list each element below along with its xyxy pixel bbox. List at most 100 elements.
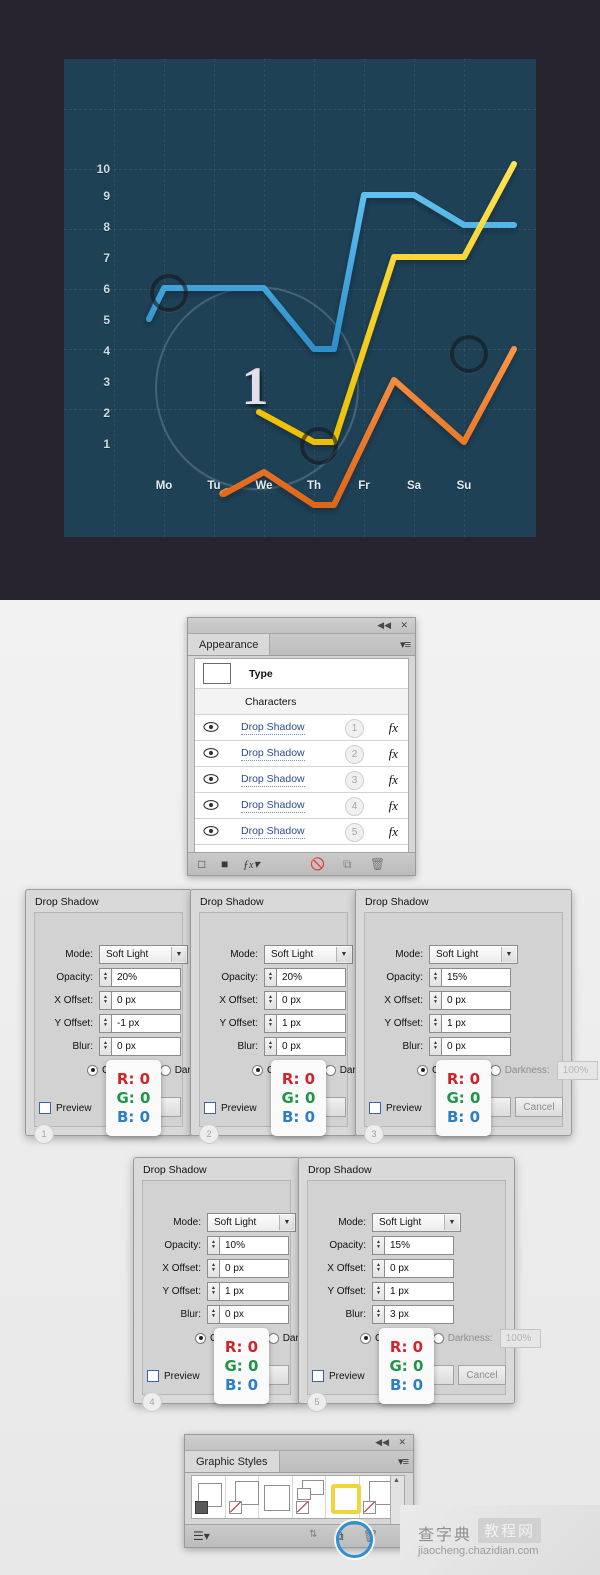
tab-appearance[interactable]: Appearance: [188, 634, 271, 655]
panel-menu-icon[interactable]: ▾≡: [400, 638, 411, 651]
visibility-eye-icon[interactable]: [203, 825, 219, 837]
styles-library-icon[interactable]: ☰▾: [193, 1529, 210, 1543]
opacity-stepper[interactable]: ▲ ▼: [99, 967, 111, 987]
close-icon[interactable]: ✕: [400, 620, 408, 630]
drop-shadow-dialog-5[interactable]: Drop Shadow Mode: Soft Light ▼ Opacity: ▲…: [298, 1157, 541, 1412]
drop-shadow-dialog-1[interactable]: Drop Shadow Mode: Soft Light ▼ Opacity: ▲…: [25, 889, 207, 1144]
opacity-stepper[interactable]: ▲ ▼: [207, 1235, 219, 1255]
x-offset-input[interactable]: 0 px: [384, 1258, 454, 1278]
darkness-radio[interactable]: [159, 1064, 171, 1076]
appearance-row-drop-shadow[interactable]: Drop Shadow 5 fx: [195, 819, 408, 845]
appearance-row-drop-shadow[interactable]: Drop Shadow 3 fx: [195, 767, 408, 793]
x-offset-input[interactable]: 0 px: [111, 990, 181, 1010]
appearance-row-characters[interactable]: Characters: [195, 689, 408, 715]
chevron-down-icon[interactable]: ▼: [501, 946, 516, 962]
darkness-radio[interactable]: [324, 1064, 336, 1076]
blur-stepper[interactable]: ▲ ▼: [207, 1304, 219, 1324]
opacity-stepper[interactable]: ▲ ▼: [264, 967, 276, 987]
preview-checkbox[interactable]: [369, 1102, 381, 1114]
opacity-input[interactable]: 15%: [384, 1235, 454, 1255]
opacity-input[interactable]: 15%: [441, 967, 511, 987]
fx-icon[interactable]: fx: [389, 772, 398, 788]
x-offset-stepper[interactable]: ▲ ▼: [207, 1258, 219, 1278]
y-offset-input[interactable]: 1 px: [219, 1281, 289, 1301]
tab-graphic-styles[interactable]: Graphic Styles: [185, 1451, 280, 1472]
x-offset-input[interactable]: 0 px: [219, 1258, 289, 1278]
appearance-row-label[interactable]: Drop Shadow: [241, 799, 305, 813]
data-point-marker[interactable]: [150, 274, 188, 312]
opacity-stepper[interactable]: ▲ ▼: [372, 1235, 384, 1255]
opacity-input[interactable]: 20%: [111, 967, 181, 987]
chevron-down-icon[interactable]: ▼: [336, 946, 351, 962]
blur-input[interactable]: 0 px: [111, 1036, 181, 1056]
opacity-input[interactable]: 20%: [276, 967, 346, 987]
x-offset-stepper[interactable]: ▲ ▼: [99, 990, 111, 1010]
close-icon[interactable]: ✕: [398, 1437, 406, 1447]
y-offset-stepper[interactable]: ▲ ▼: [99, 1013, 111, 1033]
break-link-icon[interactable]: ⇅: [309, 1529, 317, 1540]
blur-input[interactable]: 0 px: [219, 1304, 289, 1324]
data-point-marker[interactable]: [300, 427, 338, 465]
drop-shadow-dialog-2[interactable]: Drop Shadow Mode: Soft Light ▼ Opacity: ▲…: [190, 889, 372, 1144]
opacity-input[interactable]: 10%: [219, 1235, 289, 1255]
darkness-radio[interactable]: [489, 1064, 501, 1076]
blur-stepper[interactable]: ▲ ▼: [99, 1036, 111, 1056]
appearance-row-drop-shadow[interactable]: Drop Shadow 4 fx: [195, 793, 408, 819]
fx-icon[interactable]: fx: [389, 746, 398, 762]
blur-stepper[interactable]: ▲ ▼: [429, 1036, 441, 1056]
preview-checkbox[interactable]: [204, 1102, 216, 1114]
preview-checkbox[interactable]: [312, 1370, 324, 1382]
scroll-up-icon[interactable]: ▲: [393, 1477, 400, 1484]
x-offset-input[interactable]: 0 px: [441, 990, 511, 1010]
mode-select[interactable]: Soft Light ▼: [372, 1212, 461, 1232]
x-offset-stepper[interactable]: ▲ ▼: [429, 990, 441, 1010]
graphic-style-swatch[interactable]: [360, 1476, 393, 1518]
blur-input[interactable]: 0 px: [441, 1036, 511, 1056]
add-new-fill-icon[interactable]: ■: [221, 857, 228, 871]
appearance-row-label[interactable]: Drop Shadow: [241, 825, 305, 839]
opacity-stepper[interactable]: ▲ ▼: [429, 967, 441, 987]
mode-select[interactable]: Soft Light ▼: [429, 944, 518, 964]
appearance-row-type[interactable]: Type: [195, 659, 408, 689]
y-offset-stepper[interactable]: ▲ ▼: [429, 1013, 441, 1033]
chevron-down-icon[interactable]: ▼: [444, 1214, 459, 1230]
clear-appearance-icon[interactable]: 🚫: [310, 857, 325, 871]
cancel-button[interactable]: Cancel: [458, 1365, 506, 1385]
color-radio[interactable]: [195, 1332, 206, 1344]
appearance-row-label[interactable]: Drop Shadow: [241, 773, 305, 787]
y-offset-stepper[interactable]: ▲ ▼: [372, 1281, 384, 1301]
preview-checkbox[interactable]: [39, 1102, 51, 1114]
panel-menu-icon[interactable]: ▾≡: [398, 1455, 409, 1468]
cancel-button[interactable]: Cancel: [515, 1097, 563, 1117]
blur-stepper[interactable]: ▲ ▼: [372, 1304, 384, 1324]
y-offset-input[interactable]: 1 px: [441, 1013, 511, 1033]
fx-icon[interactable]: fx: [389, 720, 398, 736]
graphic-style-swatch[interactable]: [226, 1476, 259, 1518]
x-offset-stepper[interactable]: ▲ ▼: [372, 1258, 384, 1278]
chevron-down-icon[interactable]: ▼: [279, 1214, 294, 1230]
duplicate-item-icon[interactable]: ⧉: [343, 857, 352, 872]
visibility-eye-icon[interactable]: [203, 799, 219, 811]
fx-icon[interactable]: fx: [389, 824, 398, 840]
appearance-row-label[interactable]: Drop Shadow: [241, 747, 305, 761]
visibility-eye-icon[interactable]: [203, 747, 219, 759]
mode-select[interactable]: Soft Light ▼: [99, 944, 188, 964]
graphic-style-swatch[interactable]: [259, 1476, 293, 1518]
preview-checkbox[interactable]: [147, 1370, 159, 1382]
color-radio[interactable]: [417, 1064, 428, 1076]
visibility-eye-icon[interactable]: [203, 721, 219, 733]
delete-item-icon[interactable]: 🗑: [370, 857, 385, 871]
darkness-radio[interactable]: [432, 1332, 444, 1344]
y-offset-stepper[interactable]: ▲ ▼: [207, 1281, 219, 1301]
drop-shadow-dialog-3[interactable]: Drop Shadow Mode: Soft Light ▼ Opacity: ▲…: [355, 889, 598, 1144]
mode-select[interactable]: Soft Light ▼: [264, 944, 353, 964]
appearance-row-drop-shadow[interactable]: Drop Shadow 2 fx: [195, 741, 408, 767]
graphic-style-swatch[interactable]: [192, 1476, 226, 1518]
y-offset-input[interactable]: 1 px: [276, 1013, 346, 1033]
mode-select[interactable]: Soft Light ▼: [207, 1212, 296, 1232]
chevron-down-icon[interactable]: ▼: [171, 946, 186, 962]
x-offset-stepper[interactable]: ▲ ▼: [264, 990, 276, 1010]
appearance-row-drop-shadow[interactable]: Drop Shadow 1 fx: [195, 715, 408, 741]
color-radio[interactable]: [87, 1064, 98, 1076]
y-offset-stepper[interactable]: ▲ ▼: [264, 1013, 276, 1033]
